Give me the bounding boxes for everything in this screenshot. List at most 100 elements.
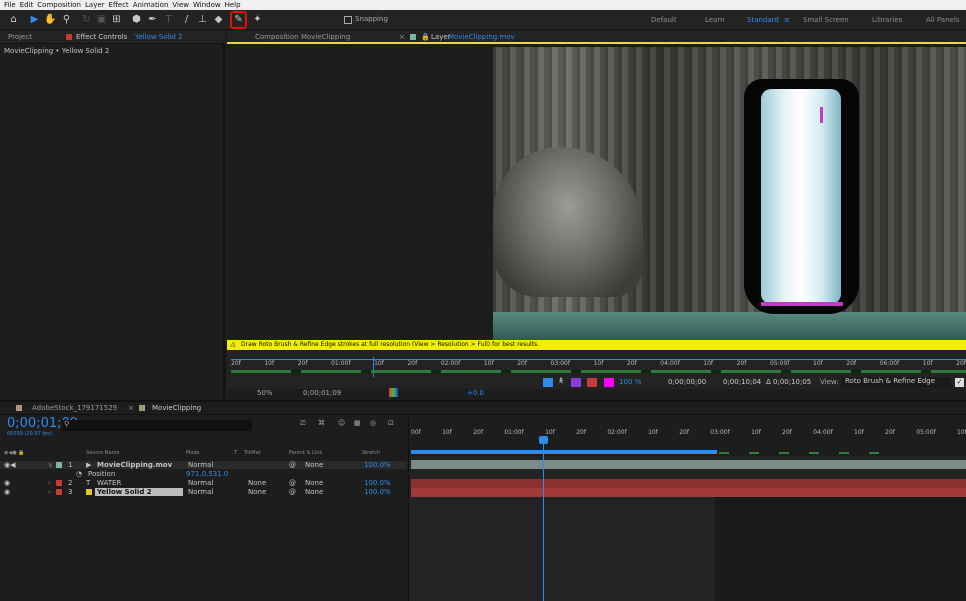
expand-chevron-icon[interactable]: › xyxy=(48,479,51,487)
parent-pickwhip-icon[interactable]: @ xyxy=(289,488,296,496)
layer-name[interactable]: WATER xyxy=(97,479,121,487)
menu-file[interactable]: File xyxy=(4,0,16,10)
draft-3d-icon[interactable]: ⌘ xyxy=(318,419,325,427)
puppet-pin-tool-icon[interactable]: ✦ xyxy=(251,13,264,26)
position-value[interactable]: 971.0,531.0 xyxy=(186,470,228,478)
workspace-standard[interactable]: Standard xyxy=(747,16,779,24)
work-area-bar[interactable] xyxy=(411,450,717,454)
clone-stamp-tool-icon[interactable]: ⊥ xyxy=(196,13,209,26)
menu-composition[interactable]: Composition xyxy=(37,0,81,10)
tab-movieclipping[interactable]: MovieClipping xyxy=(152,402,201,415)
layer-trkmat[interactable]: None xyxy=(248,479,266,487)
tab-effect-controls[interactable]: Effect Controls xyxy=(76,31,127,44)
menu-view[interactable]: View xyxy=(172,0,189,10)
eraser-tool-icon[interactable]: ◆ xyxy=(212,13,225,26)
workspace-libraries[interactable]: Libraries xyxy=(872,16,902,24)
frame-blending-icon[interactable]: ▦ xyxy=(354,419,361,427)
tab-layer-name[interactable]: MovieClipping.mov xyxy=(448,31,515,44)
layer-stretch[interactable]: 100.0% xyxy=(364,479,391,487)
render-checkbox[interactable]: ✓ xyxy=(955,378,964,387)
table-row[interactable]: ◉ › 3 Yellow Solid 2 Normal None @ None … xyxy=(0,488,407,496)
channel-icon[interactable] xyxy=(389,388,398,397)
person-icon[interactable]: 🯅 xyxy=(558,377,564,388)
viewer-timecode[interactable]: 0;00;01;09 xyxy=(303,389,341,397)
layer-parent[interactable]: None xyxy=(305,461,323,469)
selection-tool-icon[interactable]: ▶ xyxy=(28,13,41,26)
workspace-learn[interactable]: Learn xyxy=(705,16,725,24)
layer-label-swatch[interactable] xyxy=(56,480,62,486)
menu-window[interactable]: Window xyxy=(193,0,221,10)
search-input[interactable] xyxy=(62,420,252,431)
layer-label-swatch[interactable] xyxy=(56,462,62,468)
layer-name[interactable]: Yellow Solid 2 xyxy=(95,488,183,496)
menu-effect[interactable]: Effect xyxy=(109,0,129,10)
timeline-playhead[interactable] xyxy=(543,438,544,601)
exposure-value[interactable]: +0.0 xyxy=(467,389,484,397)
workspace-small-screen[interactable]: Small Screen xyxy=(803,16,849,24)
table-row[interactable]: ◉◀ ∨ 1 ▶ MovieClipping.mov Normal @ None… xyxy=(0,461,407,469)
tab-composition[interactable]: Composition MovieClipping xyxy=(255,31,350,44)
shy-icon[interactable]: ☺ xyxy=(338,419,345,427)
viewer-playhead[interactable] xyxy=(373,357,374,377)
layer-parent[interactable]: None xyxy=(305,488,323,496)
camera-tool-icon[interactable]: ▣ xyxy=(95,13,108,26)
hand-tool-icon[interactable]: ✋ xyxy=(44,13,57,26)
layer-label-swatch[interactable] xyxy=(56,489,62,495)
track-bar-layer-3[interactable] xyxy=(411,488,966,497)
parent-pickwhip-icon[interactable]: @ xyxy=(289,461,296,469)
zoom-level[interactable]: 50% xyxy=(257,389,273,397)
track-bar-layer-1[interactable] xyxy=(411,460,966,469)
menu-edit[interactable]: Edit xyxy=(20,0,34,10)
shape-tool-icon[interactable]: ⬢ xyxy=(130,13,143,26)
snapping-checkbox[interactable] xyxy=(344,16,352,24)
layer-mode[interactable]: Normal xyxy=(188,461,213,469)
menu-animation[interactable]: Animation xyxy=(133,0,169,10)
start-timecode[interactable]: 0;00;00;00 xyxy=(668,378,706,386)
pan-behind-tool-icon[interactable]: ⊞ xyxy=(110,13,123,26)
effect-controls-layer[interactable]: Yellow Solid 2 xyxy=(135,31,183,44)
overlay-color-swatch[interactable] xyxy=(604,378,614,387)
menu-help[interactable]: Help xyxy=(225,0,241,10)
layer-parent[interactable]: None xyxy=(305,479,323,487)
expand-chevron-icon[interactable]: ∨ xyxy=(48,461,53,469)
layer-trkmat[interactable]: None xyxy=(248,488,266,496)
zoom-tool-icon[interactable]: ⚲ xyxy=(60,13,73,26)
view-dropdown[interactable]: Roto Brush & Refine Edge xyxy=(841,377,951,388)
playhead-handle[interactable] xyxy=(539,436,548,444)
table-row[interactable]: ◉ › 2 T WATER Normal None @ None 100.0% xyxy=(0,479,407,487)
visibility-icon[interactable]: ◉◀ xyxy=(4,461,16,469)
end-timecode[interactable]: 0;00;10;04 xyxy=(723,378,761,386)
layer-stretch[interactable]: 100.0% xyxy=(364,488,391,496)
expand-chevron-icon[interactable]: › xyxy=(48,488,51,496)
rotate-tool-icon[interactable]: ↻ xyxy=(80,13,93,26)
pen-tool-icon[interactable]: ✒ xyxy=(146,13,159,26)
brush-tool-icon[interactable]: / xyxy=(180,13,193,26)
layer-name[interactable]: MovieClipping.mov xyxy=(97,461,172,469)
stopwatch-icon[interactable]: ◔ xyxy=(76,470,82,478)
menu-layer[interactable]: Layer xyxy=(85,0,105,10)
workspace-menu-icon[interactable]: ≡ xyxy=(784,16,790,24)
tab-project[interactable]: Project xyxy=(8,31,32,44)
layer-mode[interactable]: Normal xyxy=(188,479,213,487)
overlay-percent[interactable]: 100 % xyxy=(619,378,641,386)
lock-icon[interactable]: 🔒 xyxy=(421,31,430,44)
visibility-icon[interactable]: ◉ xyxy=(4,479,10,487)
type-tool-icon[interactable]: T xyxy=(162,13,175,26)
layer-mode[interactable]: Normal xyxy=(188,488,213,496)
motion-blur-icon[interactable]: ◎ xyxy=(370,419,376,427)
home-icon[interactable]: ⌂ xyxy=(7,13,20,26)
visibility-icon[interactable]: ◉ xyxy=(4,488,10,496)
graph-editor-icon[interactable]: ⊡ xyxy=(388,419,394,427)
workspace-all-panels[interactable]: All Panels xyxy=(926,16,959,24)
tab-close-icon[interactable]: × xyxy=(128,402,134,415)
alpha-icon[interactable] xyxy=(543,378,553,387)
fill-icon[interactable] xyxy=(587,378,597,387)
roto-brush-tool-icon[interactable]: ✎ xyxy=(232,13,245,26)
tab-adobestock[interactable]: AdobeStock_179171529 xyxy=(32,402,117,415)
close-icon[interactable]: × xyxy=(399,31,405,44)
track-bar-layer-2[interactable] xyxy=(411,479,966,488)
overlay-icon[interactable] xyxy=(571,378,581,387)
workspace-default[interactable]: Default xyxy=(651,16,677,24)
layer-stretch[interactable]: 100.0% xyxy=(364,461,391,469)
parent-pickwhip-icon[interactable]: @ xyxy=(289,479,296,487)
